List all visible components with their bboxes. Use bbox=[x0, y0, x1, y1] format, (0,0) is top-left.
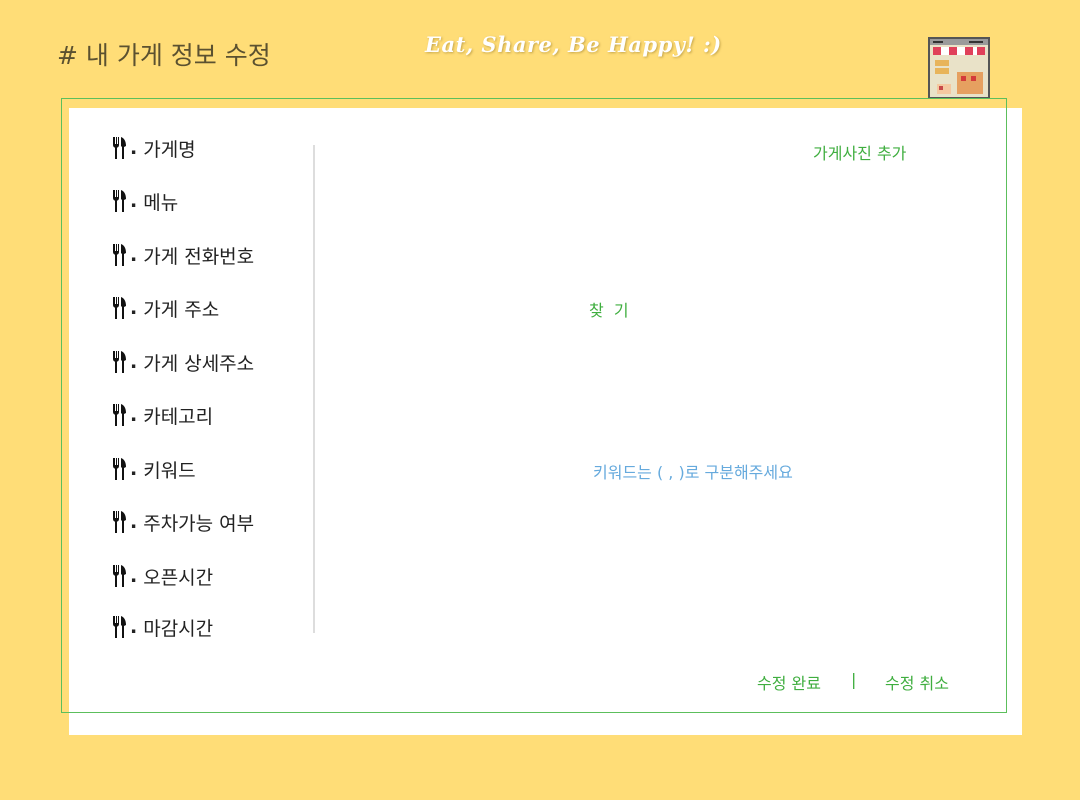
cancel-edit-button[interactable]: 수정 취소 bbox=[885, 670, 949, 694]
field-label-text: 가게 상세주소 bbox=[143, 352, 255, 375]
field-label-address-detail: . 가게 상세주소 bbox=[112, 346, 254, 378]
fork-knife-icon bbox=[112, 511, 128, 533]
field-label-text: 주차가능 여부 bbox=[143, 512, 255, 535]
fork-knife-icon bbox=[112, 297, 128, 319]
field-label-phone: . 가게 전화번호 bbox=[112, 239, 254, 271]
fork-knife-icon bbox=[112, 190, 128, 212]
fork-knife-icon bbox=[112, 565, 128, 587]
field-label-parking: . 주차가능 여부 bbox=[112, 506, 254, 538]
page-title: # 내 가게 정보 수정 bbox=[57, 41, 271, 70]
fork-knife-icon bbox=[112, 404, 128, 426]
find-address-button[interactable]: 찾 기 bbox=[589, 297, 629, 321]
field-label-text: 키워드 bbox=[143, 459, 196, 482]
field-label-text: 가게명 bbox=[143, 138, 196, 161]
field-label-keyword: . 키워드 bbox=[112, 453, 196, 485]
fork-knife-icon bbox=[112, 616, 128, 638]
column-divider bbox=[313, 145, 315, 633]
fork-knife-icon bbox=[112, 244, 128, 266]
bullet-dot: . bbox=[130, 297, 138, 319]
field-label-text: 가게 전화번호 bbox=[143, 245, 255, 268]
save-edit-button[interactable]: 수정 완료 bbox=[757, 670, 821, 694]
field-label-category: . 카테고리 bbox=[112, 399, 213, 431]
action-separator: | bbox=[851, 670, 857, 689]
keyword-hint: 키워드는 ( , )로 구분해주세요 bbox=[593, 463, 793, 482]
field-label-close-time: . 마감시간 bbox=[112, 611, 213, 643]
bullet-dot: . bbox=[130, 351, 138, 373]
field-label-text: 오픈시간 bbox=[143, 566, 214, 589]
field-label-text: 마감시간 bbox=[143, 617, 214, 640]
add-store-photo-button[interactable]: 가게사진 추가 bbox=[813, 140, 906, 164]
field-label-menu: . 메뉴 bbox=[112, 185, 178, 217]
field-label-address: . 가게 주소 bbox=[112, 292, 219, 324]
bullet-dot: . bbox=[130, 616, 138, 638]
field-label-text: 메뉴 bbox=[143, 191, 179, 214]
field-label-text: 가게 주소 bbox=[143, 298, 220, 321]
bullet-dot: . bbox=[130, 190, 138, 212]
bullet-dot: . bbox=[130, 404, 138, 426]
fork-knife-icon bbox=[112, 137, 128, 159]
field-label-store-name: . 가게명 bbox=[112, 132, 196, 164]
bullet-dot: . bbox=[130, 137, 138, 159]
field-label-text: 카테고리 bbox=[143, 405, 214, 428]
field-label-open-time: . 오픈시간 bbox=[112, 560, 213, 592]
fork-knife-icon bbox=[112, 351, 128, 373]
bullet-dot: . bbox=[130, 244, 138, 266]
bullet-dot: . bbox=[130, 458, 138, 480]
bullet-dot: . bbox=[130, 565, 138, 587]
slogan: Eat, Share, Be Happy! :) bbox=[425, 32, 722, 57]
bullet-dot: . bbox=[130, 511, 138, 533]
fork-knife-icon bbox=[112, 458, 128, 480]
store-icon bbox=[928, 37, 990, 99]
